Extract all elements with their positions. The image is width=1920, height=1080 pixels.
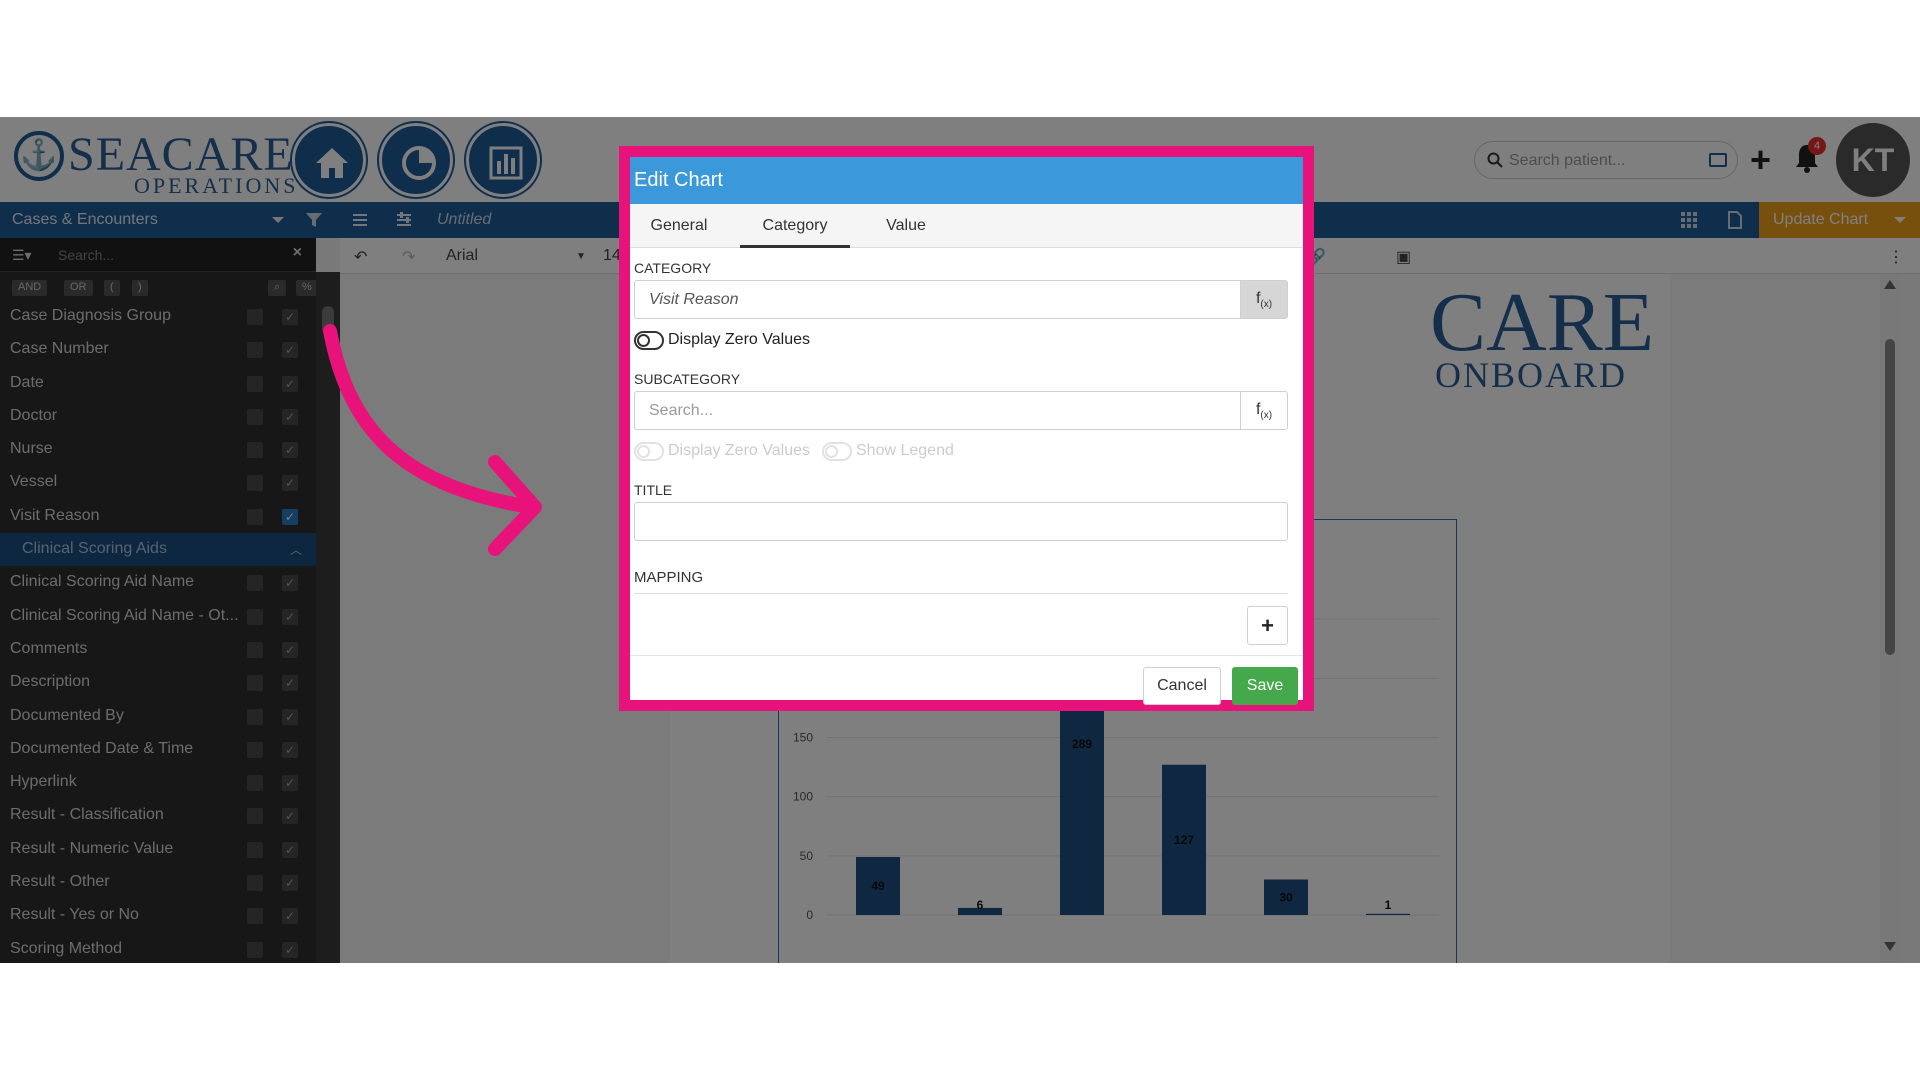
save-button[interactable]: Save: [1232, 667, 1298, 705]
tab-general[interactable]: General: [634, 204, 724, 248]
category-field[interactable]: Visit Reason f(x): [634, 280, 1288, 319]
toggle-knob: [825, 445, 838, 458]
category-value: Visit Reason: [649, 291, 739, 308]
show-legend-label: Show Legend: [856, 442, 954, 459]
plus-icon: +: [1261, 613, 1274, 638]
mapping-label: MAPPING: [634, 569, 704, 586]
sub-display-zero-values-toggle[interactable]: [634, 442, 664, 461]
display-zero-values-label: Display Zero Values: [668, 331, 810, 348]
app-window: ⚓ SEACARE OPERATIONS Search patient... +…: [0, 117, 1920, 963]
tab-value[interactable]: Value: [866, 204, 946, 248]
display-zero-values-toggle[interactable]: [634, 331, 664, 350]
dialog-tabs: General Category Value: [630, 204, 1303, 248]
title-input[interactable]: [634, 502, 1288, 541]
edit-chart-dialog: Edit Chart General Category Value CATEGO…: [619, 146, 1314, 711]
add-mapping-button[interactable]: +: [1247, 606, 1288, 645]
subcategory-search-input[interactable]: Search...: [649, 402, 713, 420]
formula-icon-sub: (x): [1260, 410, 1273, 422]
sub-display-zero-values-label: Display Zero Values: [668, 442, 810, 459]
cancel-button[interactable]: Cancel: [1143, 667, 1221, 705]
category-label: CATEGORY: [634, 260, 712, 276]
dialog-title: Edit Chart: [630, 157, 1303, 204]
formula-icon-sub: (x): [1260, 299, 1273, 311]
tab-category[interactable]: Category: [740, 204, 850, 248]
mapping-divider: [634, 593, 1288, 594]
toggle-knob: [637, 334, 650, 347]
show-legend-toggle[interactable]: [822, 442, 852, 461]
formula-button[interactable]: f(x): [1240, 281, 1287, 318]
subcategory-field[interactable]: Search... f(x): [634, 391, 1288, 430]
footer-divider: [630, 655, 1303, 656]
formula-button[interactable]: f(x): [1240, 392, 1287, 429]
toggle-knob: [637, 445, 650, 458]
annotation-arrow: [323, 324, 542, 556]
subcategory-label: SUBCATEGORY: [634, 371, 741, 387]
title-label: TITLE: [634, 482, 673, 498]
